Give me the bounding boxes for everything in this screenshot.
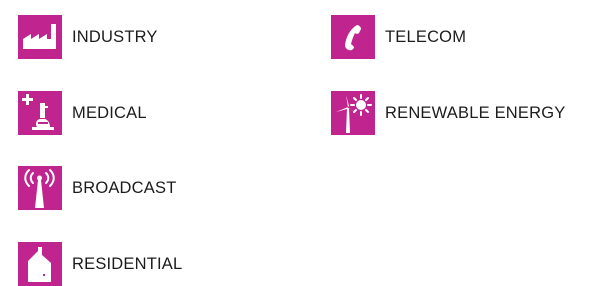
- phone-icon: [331, 15, 375, 59]
- category-medical[interactable]: MEDICAL: [18, 91, 147, 135]
- category-label: INDUSTRY: [72, 27, 158, 46]
- antenna-icon: [18, 166, 62, 210]
- category-label: TELECOM: [385, 27, 467, 46]
- category-residential[interactable]: RESIDENTIAL: [18, 242, 182, 286]
- microscope-icon: [18, 91, 62, 135]
- wind-sun-icon: [331, 91, 375, 135]
- category-label: RENEWABLE ENERGY: [385, 103, 566, 122]
- category-broadcast[interactable]: BROADCAST: [18, 166, 176, 210]
- category-telecom[interactable]: TELECOM: [331, 15, 466, 59]
- house-icon: [18, 242, 62, 286]
- factory-icon: [18, 15, 62, 59]
- category-label: MEDICAL: [72, 103, 147, 122]
- category-label: RESIDENTIAL: [72, 254, 183, 273]
- category-renewable-energy[interactable]: RENEWABLE ENERGY: [331, 91, 565, 135]
- category-industry[interactable]: INDUSTRY: [18, 15, 158, 59]
- category-label: BROADCAST: [72, 178, 177, 197]
